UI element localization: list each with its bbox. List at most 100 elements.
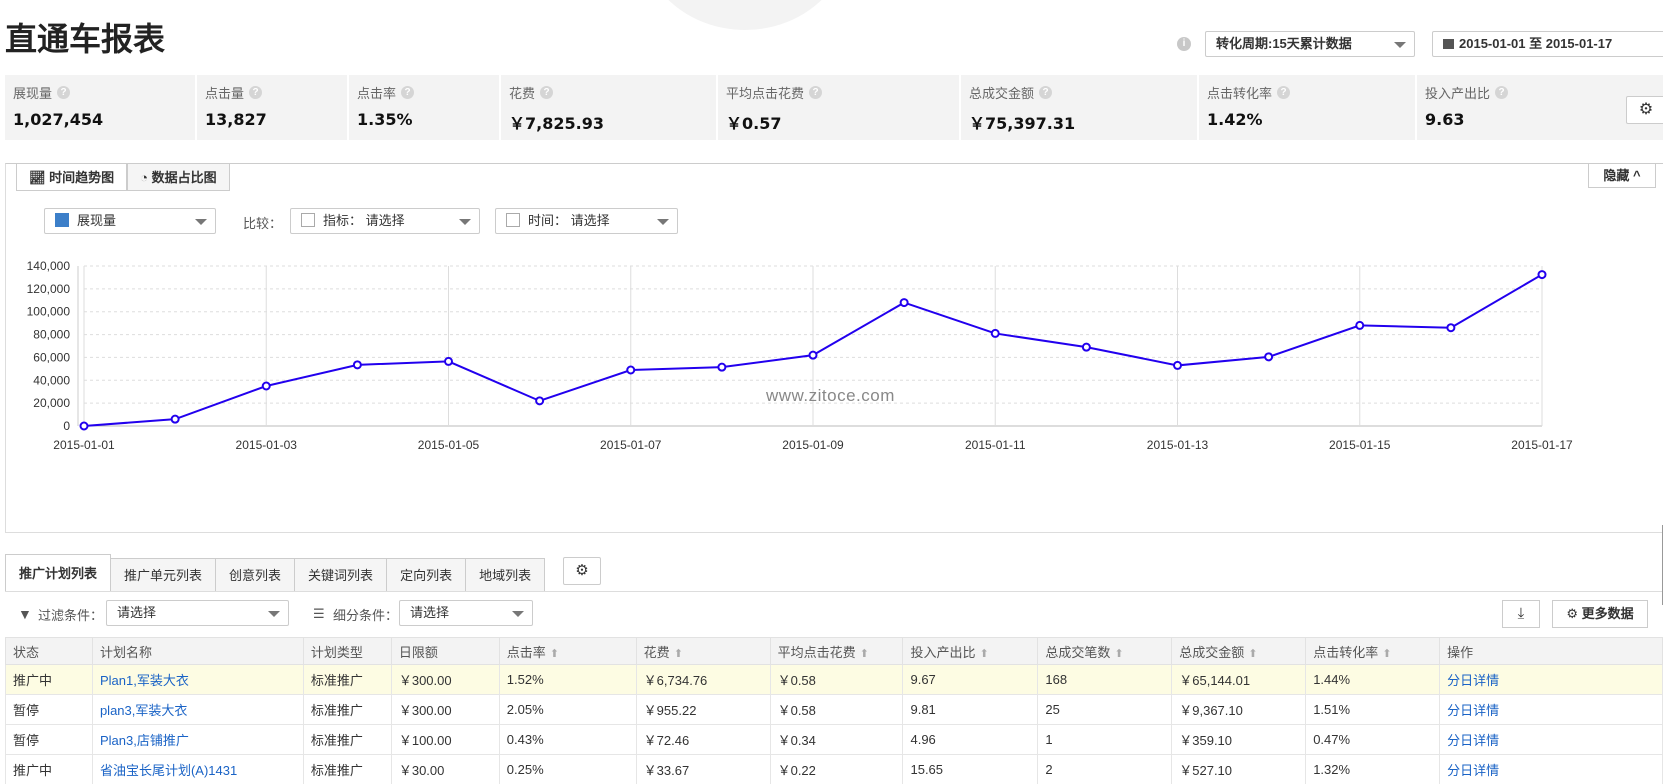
table-cell: 0.25%: [498, 754, 637, 784]
metrics-settings-button[interactable]: ⚙: [1626, 96, 1663, 124]
column-header[interactable]: 总成交金额 ⬆: [1171, 637, 1307, 665]
tab-list-3[interactable]: 关键词列表: [295, 558, 388, 592]
help-icon[interactable]: ?: [809, 86, 823, 99]
help-icon[interactable]: ?: [57, 86, 71, 99]
table-cell: 1.44%: [1305, 664, 1441, 695]
list-tabs: 推广计划列表 推广单元列表 创意列表 关键词列表 定向列表 地域列表: [5, 554, 546, 592]
list-settings-button[interactable]: ⚙: [563, 557, 601, 585]
more-data-label: 更多数据: [1581, 606, 1634, 621]
sort-icon[interactable]: ⬆: [1114, 648, 1123, 660]
help-icon[interactable]: ?: [401, 86, 415, 99]
tab-list-5[interactable]: 地域列表: [466, 558, 546, 592]
metric-impressions: 展现量? 1,027,454: [5, 75, 197, 140]
table-row[interactable]: 推广中 省油宝长尾计划(A)1431 标准推广 ￥30.00 0.25% ￥33.67 ￥0…: [5, 754, 1663, 784]
filter-label: 过滤条件：: [38, 608, 104, 623]
daily-detail-link[interactable]: 分日详情: [1447, 763, 1499, 778]
daily-detail-link[interactable]: 分日详情: [1447, 673, 1499, 688]
gear-icon: ⚙: [575, 562, 589, 579]
column-header-label: 计划名称: [99, 644, 152, 660]
table-cell: 推广中: [5, 754, 93, 784]
data-point: [1264, 352, 1274, 362]
compare-label: 比较：: [243, 216, 283, 231]
table-cell: ￥0.58: [769, 694, 904, 725]
table-row[interactable]: 暂停 Plan3,店铺推广 标准推广 ￥100.00 0.43% ￥72.46 ￥0.34 4…: [5, 724, 1663, 755]
compare-time-dropdown[interactable]: 时间： 请选择: [495, 208, 678, 234]
sort-icon[interactable]: ⬆: [550, 648, 559, 660]
y-tick-label: 100,000: [27, 305, 71, 319]
sort-icon[interactable]: ⬆: [1248, 648, 1257, 660]
tab-list-1[interactable]: 推广单元列表: [111, 558, 217, 592]
date-range-picker[interactable]: 2015-01-01 至 2015-01-17: [1432, 31, 1663, 57]
table-cell: 25: [1037, 694, 1173, 725]
conversion-cycle-dropdown[interactable]: 转化周期:15天累计数据: [1205, 31, 1415, 57]
y-tick-label: 40,000: [33, 373, 70, 387]
tab-data-ratio[interactable]: ◔ 数据占比图: [127, 164, 230, 191]
table-cell: plan3,军装大衣: [91, 694, 304, 725]
daily-detail-link[interactable]: 分日详情: [1447, 703, 1499, 718]
table-row[interactable]: 推广中 Plan1,军装大衣 标准推广 ￥300.00 1.52% ￥6,734.76 ￥0…: [5, 664, 1663, 695]
table-row[interactable]: 暂停 plan3,军装大衣 标准推广 ￥300.00 2.05% ￥955.22 ￥0.58…: [5, 694, 1663, 725]
tab-list-4[interactable]: 定向列表: [387, 558, 467, 592]
segment-dropdown[interactable]: 请选择: [399, 600, 533, 626]
metric-total-sales: 总成交金额? ￥75,397.31: [961, 75, 1199, 140]
tab-time-trend[interactable]: 📈︎ 时间趋势图: [16, 164, 128, 191]
metric-value: 9.63: [1425, 110, 1465, 129]
table-cell: ￥359.10: [1171, 724, 1307, 755]
table-cell: 推广中: [5, 664, 93, 695]
metric-cost: 花费? ￥7,825.93: [501, 75, 718, 140]
more-data-button[interactable]: ⚙ 更多数据: [1552, 600, 1648, 628]
tab-list-0[interactable]: 推广计划列表: [5, 554, 112, 592]
data-point: [261, 381, 271, 391]
help-icon[interactable]: ?: [1039, 86, 1053, 99]
info-icon[interactable]: i: [1177, 37, 1191, 51]
sort-icon[interactable]: ⬆: [860, 648, 869, 660]
column-header-label: 状态: [13, 644, 40, 660]
table-cell: ￥955.22: [635, 694, 771, 725]
download-button[interactable]: ⤓: [1502, 600, 1540, 628]
help-icon[interactable]: ?: [1495, 86, 1509, 99]
column-header[interactable]: 平均点击花费 ⬆: [769, 637, 904, 665]
metric-clicks: 点击量? 13,827: [197, 75, 349, 140]
compare-indicator-checkbox[interactable]: [301, 213, 315, 227]
compare-time-checkbox[interactable]: [506, 213, 520, 227]
campaign-name-link[interactable]: 省油宝长尾计划(A)1431: [100, 763, 237, 778]
column-header[interactable]: 点击转化率 ⬆: [1305, 637, 1441, 665]
table-cell: 9.67: [902, 664, 1039, 695]
hide-chart-button[interactable]: 隐藏 ^: [1588, 164, 1656, 188]
segment-label: 细分条件：: [333, 608, 399, 623]
sort-icon[interactable]: ⬆: [980, 648, 989, 660]
campaign-name-link[interactable]: Plan1,军装大衣: [100, 673, 189, 688]
pie-chart-icon: ◔: [140, 170, 152, 185]
filter-dropdown[interactable]: 请选择: [106, 600, 289, 626]
data-point: [808, 350, 818, 360]
table-cell: 1.32%: [1305, 754, 1441, 784]
table-cell: ￥72.46: [635, 724, 771, 755]
data-point: [352, 360, 362, 370]
x-tick-label: 2015-01-03: [236, 438, 298, 452]
campaign-name-link[interactable]: plan3,军装大衣: [100, 703, 187, 718]
help-icon[interactable]: ?: [249, 86, 263, 99]
daily-detail-link[interactable]: 分日详情: [1447, 733, 1499, 748]
help-icon[interactable]: ?: [540, 86, 554, 99]
column-header[interactable]: 投入产出比 ⬆: [902, 637, 1039, 665]
series-color-swatch: [55, 213, 69, 227]
column-header[interactable]: 点击率 ⬆: [498, 637, 637, 665]
metric-selector[interactable]: 展现量: [44, 208, 216, 234]
metric-label: 投入产出比: [1425, 86, 1491, 101]
watermark: www.zitoce.com: [766, 386, 895, 405]
tab-list-2[interactable]: 创意列表: [216, 558, 296, 592]
sort-icon[interactable]: ⬆: [1382, 648, 1391, 660]
table-cell: 暂停: [5, 724, 93, 755]
page-title: 直通车报表: [5, 20, 166, 58]
metric-label: 总成交金额: [969, 86, 1035, 101]
x-tick-label: 2015-01-07: [600, 438, 662, 452]
table-cell: ￥30.00: [390, 754, 500, 784]
x-tick-label: 2015-01-13: [1147, 438, 1209, 452]
sort-icon[interactable]: ⬆: [674, 648, 683, 660]
help-icon[interactable]: ?: [1277, 86, 1291, 99]
column-header[interactable]: 花费 ⬆: [635, 637, 771, 665]
column-header[interactable]: 总成交笔数 ⬆: [1037, 637, 1173, 665]
compare-indicator-dropdown[interactable]: 指标： 请选择: [290, 208, 480, 234]
campaign-name-link[interactable]: Plan3,店铺推广: [100, 733, 189, 748]
metric-label: 展现量: [13, 86, 53, 101]
